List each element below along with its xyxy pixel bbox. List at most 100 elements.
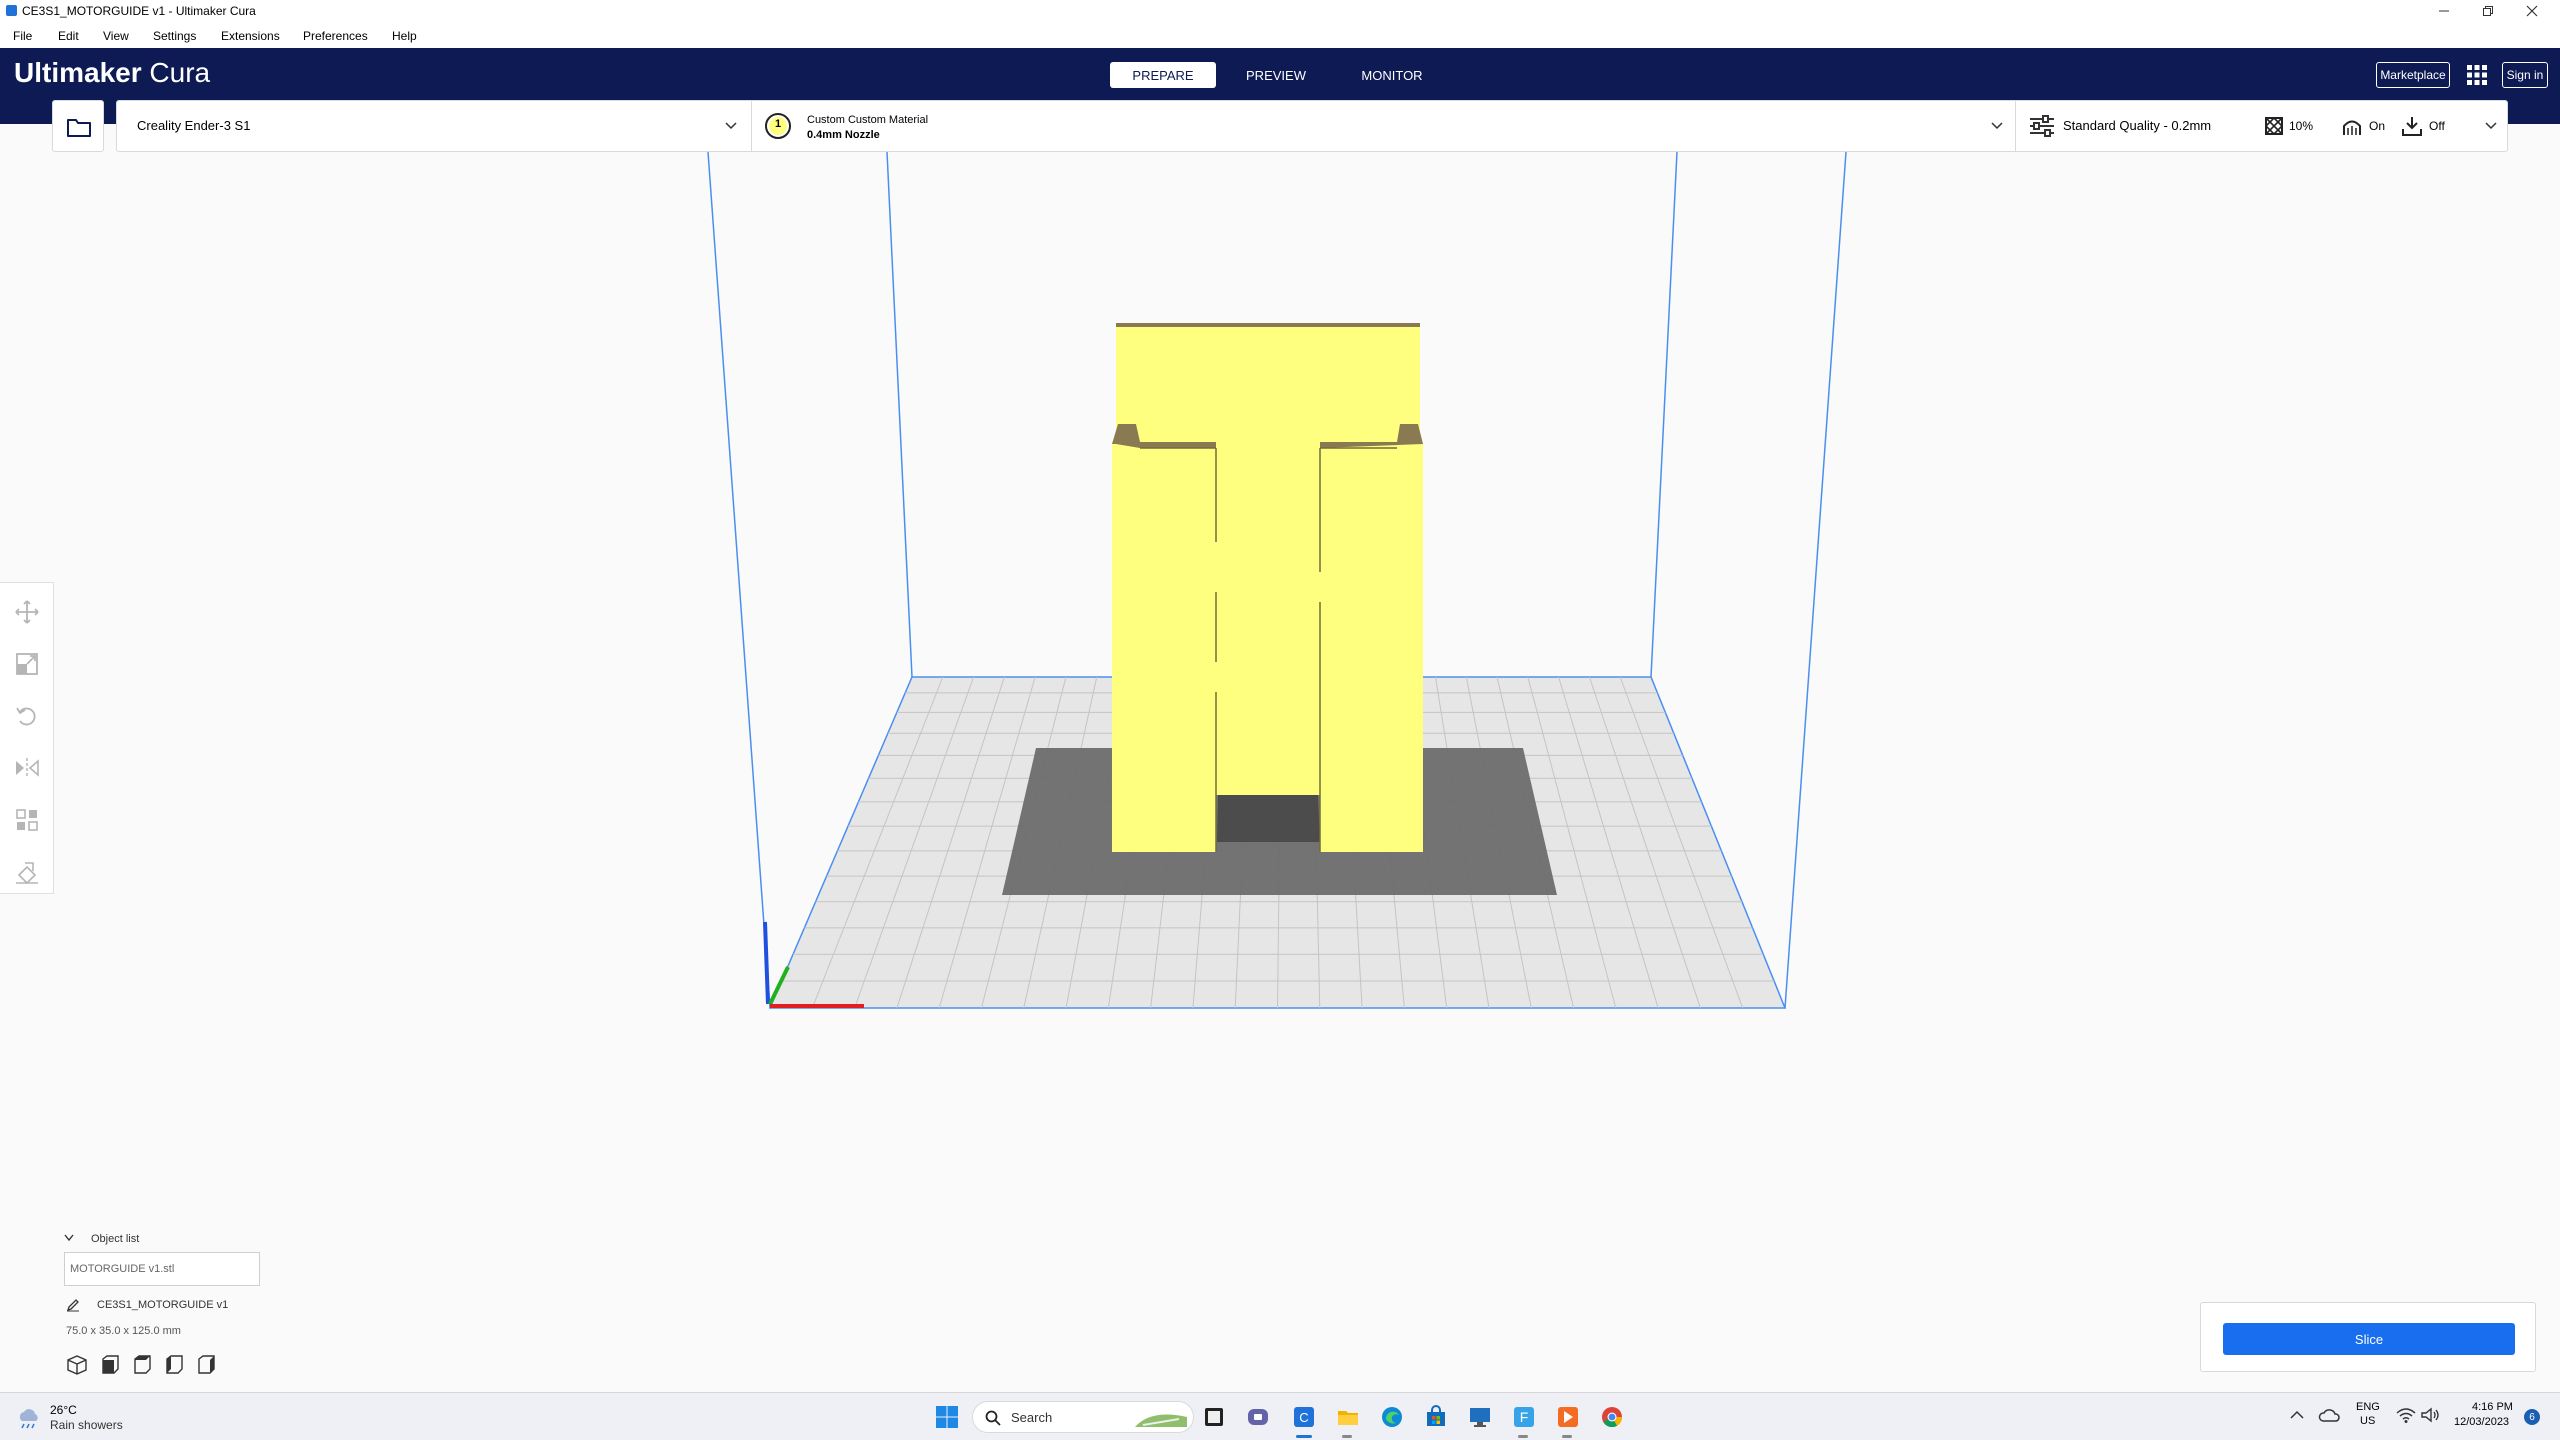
open-app-indicator [1342, 1435, 1352, 1438]
clock-date[interactable]: 12/03/2023 [2454, 1416, 2509, 1428]
search-icon [985, 1410, 1001, 1426]
close-window-button[interactable] [2512, 2, 2552, 20]
rotate-icon [16, 707, 36, 726]
show-hidden-icons-icon[interactable] [2290, 1410, 2304, 1420]
support-blocker-button[interactable] [14, 859, 40, 885]
chevron-down-icon [1991, 122, 2003, 130]
mirror-tool-button[interactable] [14, 755, 40, 781]
menu-file[interactable]: File [13, 29, 32, 43]
sliders-icon [2030, 115, 2054, 137]
build-volume-edge [886, 152, 913, 678]
chrome-browser-icon[interactable] [1600, 1405, 1624, 1429]
edit-pencil-icon[interactable] [66, 1298, 80, 1312]
open-file-button[interactable] [52, 100, 104, 152]
svg-text:C: C [1299, 1410, 1308, 1425]
slicer-app-icon[interactable] [1556, 1405, 1580, 1429]
app-f-icon[interactable]: F [1512, 1405, 1536, 1429]
taskbar-search-box[interactable]: Search [972, 1401, 1194, 1433]
folder-icon [67, 119, 91, 137]
onedrive-cloud-icon[interactable] [2318, 1407, 2340, 1423]
print-settings-selector[interactable]: Standard Quality - 0.2mm 10% On Off [2015, 101, 2509, 151]
per-model-settings-icon [16, 809, 38, 831]
menu-settings[interactable]: Settings [153, 29, 196, 43]
view-left-icon[interactable] [162, 1354, 184, 1376]
file-explorer-icon[interactable] [1336, 1405, 1360, 1429]
edge-browser-icon[interactable] [1380, 1405, 1404, 1429]
menu-help[interactable]: Help [392, 29, 417, 43]
task-view-icon[interactable] [1202, 1405, 1226, 1429]
keyboard-region[interactable]: US [2360, 1415, 2375, 1427]
windows-taskbar: 26°C Rain showers Search C F ENG US 4:16… [0, 1392, 2560, 1440]
rotate-tool-button[interactable] [14, 703, 40, 729]
weather-condition: Rain showers [50, 1418, 123, 1432]
notification-badge[interactable]: 6 [2524, 1409, 2540, 1425]
3d-viewport[interactable] [0, 152, 2560, 1388]
scale-tool-button[interactable] [14, 651, 40, 677]
model-upper-body [1116, 327, 1420, 457]
model-right-wall [1320, 442, 1423, 852]
support-blocker-icon [16, 862, 38, 885]
sign-in-button[interactable]: Sign in [2502, 62, 2548, 88]
nozzle-size: 0.4mm Nozzle [807, 129, 880, 141]
tool-panel [0, 582, 54, 894]
windows-start-icon[interactable] [935, 1405, 959, 1429]
print-setup-bar: Creality Ender-3 S1 1 Custom Custom Mate… [116, 100, 2508, 152]
view-3d-icon[interactable] [66, 1354, 88, 1376]
window-title: CE3S1_MOTORGUIDE v1 - Ultimaker Cura [22, 4, 256, 18]
cura-app-icon [6, 5, 17, 16]
support-value: On [2369, 119, 2386, 133]
weather-widget[interactable]: 26°C Rain showers [16, 1403, 216, 1433]
menu-preferences[interactable]: Preferences [303, 29, 368, 43]
model-dimensions: 75.0 x 35.0 x 125.0 mm [66, 1325, 181, 1337]
tab-preview[interactable]: PREVIEW [1226, 62, 1326, 88]
active-app-indicator [1296, 1435, 1312, 1438]
language-code[interactable]: ENG [2356, 1401, 2380, 1413]
minimize-button[interactable] [2424, 2, 2464, 20]
infill-icon [2265, 117, 2283, 135]
marketplace-button[interactable]: Marketplace [2376, 62, 2450, 88]
menu-bar: File Edit View Settings Extensions Prefe… [0, 22, 2560, 48]
minimize-icon [2439, 10, 2449, 12]
model-center-column [1216, 442, 1320, 795]
move-tool-button[interactable] [14, 599, 40, 625]
close-icon [2526, 5, 2538, 17]
motor-guide-model[interactable] [1112, 323, 1423, 852]
volume-icon[interactable] [2420, 1407, 2440, 1423]
menu-edit[interactable]: Edit [58, 29, 79, 43]
object-list-header: Object list [91, 1233, 140, 1245]
view-top-icon[interactable] [130, 1354, 152, 1376]
material-selector[interactable]: 1 Custom Custom Material 0.4mm Nozzle [751, 101, 2015, 151]
job-name[interactable]: CE3S1_MOTORGUIDE v1 [97, 1299, 228, 1311]
per-model-settings-button[interactable] [14, 807, 40, 833]
app-switcher-button[interactable] [2466, 64, 2488, 86]
open-app-indicator [1562, 1435, 1572, 1438]
view-front-icon[interactable] [98, 1354, 120, 1376]
quality-profile: Standard Quality - 0.2mm [2063, 118, 2212, 133]
microsoft-store-icon[interactable] [1424, 1405, 1448, 1429]
tab-prepare[interactable]: PREPARE [1110, 62, 1216, 88]
teams-chat-icon[interactable] [1246, 1405, 1270, 1429]
model-left-wall [1112, 442, 1216, 852]
temperature: 26°C [50, 1403, 77, 1417]
cura-taskbar-icon[interactable]: C [1292, 1405, 1316, 1429]
tab-monitor[interactable]: MONITOR [1340, 62, 1444, 88]
adhesion-value: Off [2429, 119, 2445, 133]
object-list-item[interactable]: MOTORGUIDE v1.stl [70, 1263, 174, 1275]
build-volume-edge [1784, 152, 1847, 1009]
build-volume-edge [707, 152, 771, 1009]
slice-button[interactable]: Slice [2223, 1323, 2515, 1355]
extruder-number: 1 [774, 118, 782, 130]
menu-extensions[interactable]: Extensions [221, 29, 280, 43]
clock-time[interactable]: 4:16 PM [2472, 1401, 2513, 1413]
printer-name: Creality Ender-3 S1 [137, 118, 251, 133]
view-right-icon[interactable] [194, 1354, 216, 1376]
menu-view[interactable]: View [103, 29, 129, 43]
remote-desktop-icon[interactable] [1468, 1405, 1492, 1429]
mirror-icon [16, 758, 39, 778]
restore-button[interactable] [2468, 2, 2508, 20]
infill-value: 10% [2289, 119, 2314, 133]
search-highlight-icon [1135, 1414, 1187, 1427]
wifi-icon[interactable] [2396, 1407, 2416, 1423]
printer-selector[interactable]: Creality Ender-3 S1 [117, 101, 751, 151]
model-slot [1218, 795, 1318, 841]
